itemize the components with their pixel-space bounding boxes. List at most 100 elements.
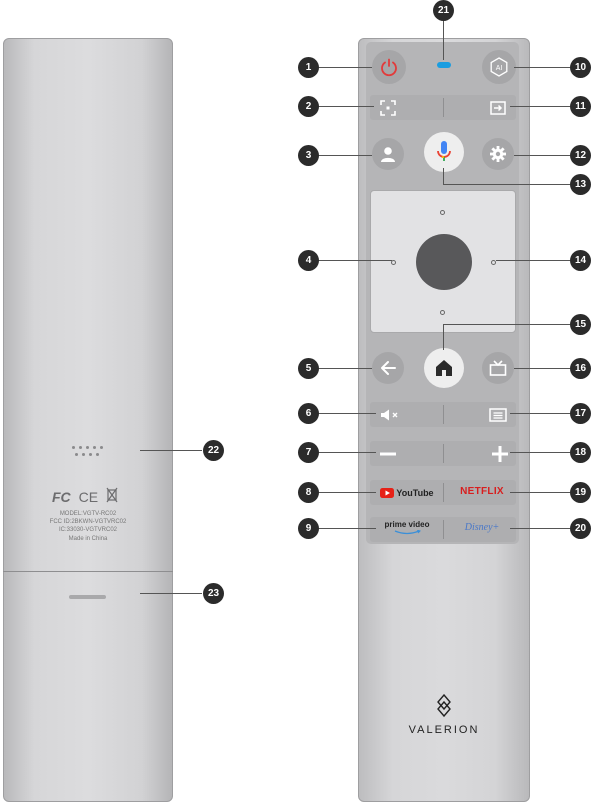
ai-button[interactable]: AI bbox=[482, 50, 516, 84]
user-icon bbox=[379, 145, 397, 163]
home-icon bbox=[434, 358, 454, 378]
callout-line-18 bbox=[510, 452, 570, 453]
callout-line-17 bbox=[510, 413, 570, 414]
callout-11: 11 bbox=[570, 96, 591, 117]
gear-icon bbox=[489, 145, 507, 163]
certification-logos: FC CE bbox=[52, 487, 127, 508]
callout-line-13 bbox=[443, 168, 444, 184]
model-text: MODEL:VGTV-RC02 bbox=[59, 511, 117, 517]
callout-3: 3 bbox=[298, 145, 319, 166]
prime-video-label: prime video bbox=[384, 520, 430, 529]
voice-button[interactable] bbox=[424, 132, 464, 172]
callout-line-10 bbox=[514, 67, 570, 68]
battery-cover-seam bbox=[3, 571, 173, 572]
fcc-logo: FC bbox=[52, 489, 71, 505]
focus-frame-icon bbox=[380, 99, 396, 116]
callout-line-3 bbox=[318, 155, 372, 156]
callout-line-19 bbox=[510, 492, 570, 493]
callout-12: 12 bbox=[570, 145, 591, 166]
prime-video-button[interactable]: prime video bbox=[376, 519, 438, 540]
ai-icon: AI bbox=[489, 57, 509, 77]
dpad-up[interactable] bbox=[440, 210, 445, 215]
callout-line-7 bbox=[318, 452, 376, 453]
callout-line-16 bbox=[514, 368, 570, 369]
callout-line-15b bbox=[443, 324, 570, 325]
callout-line-5 bbox=[318, 368, 372, 369]
power-icon bbox=[379, 57, 399, 77]
made-in-text: Made in China bbox=[68, 536, 108, 542]
input-source-button[interactable] bbox=[486, 97, 510, 118]
callout-23: 23 bbox=[203, 583, 224, 604]
mute-icon bbox=[380, 409, 402, 421]
callout-line-8 bbox=[318, 492, 376, 493]
row-divider bbox=[443, 98, 444, 117]
user-button[interactable] bbox=[372, 138, 404, 170]
callout-8: 8 bbox=[298, 482, 319, 503]
callout-22: 22 bbox=[203, 440, 224, 461]
remote-back-view bbox=[3, 38, 173, 802]
arrow-left-icon bbox=[379, 360, 397, 376]
callout-line-14 bbox=[496, 260, 570, 261]
callout-20: 20 bbox=[570, 518, 591, 539]
callout-line-6 bbox=[318, 413, 376, 414]
ce-logo: CE bbox=[78, 489, 99, 505]
youtube-play-icon bbox=[380, 487, 395, 498]
callout-19: 19 bbox=[570, 482, 591, 503]
callout-2: 2 bbox=[298, 96, 319, 117]
brand-name: VALERION bbox=[408, 724, 480, 736]
callout-17: 17 bbox=[570, 403, 591, 424]
callout-13: 13 bbox=[570, 174, 591, 195]
valerion-logo-icon bbox=[436, 693, 452, 723]
ic-text: IC:33030-VGTVRC02 bbox=[58, 527, 118, 533]
home-button[interactable] bbox=[424, 348, 464, 388]
youtube-button[interactable]: YouTube bbox=[376, 482, 438, 503]
back-button[interactable] bbox=[372, 352, 404, 384]
callout-21: 21 bbox=[433, 0, 454, 21]
callout-9: 9 bbox=[298, 518, 319, 539]
menu-button[interactable] bbox=[484, 404, 512, 425]
callout-line-11 bbox=[510, 106, 570, 107]
focus-button[interactable] bbox=[376, 97, 400, 118]
callout-line-12 bbox=[514, 155, 570, 156]
power-button[interactable] bbox=[372, 50, 406, 84]
row-divider bbox=[443, 444, 444, 463]
callout-16: 16 bbox=[570, 358, 591, 379]
callout-line-1 bbox=[318, 67, 372, 68]
minus-icon bbox=[380, 452, 396, 456]
prime-smile-icon bbox=[376, 530, 438, 536]
weee-bin-icon bbox=[106, 487, 118, 508]
callout-5: 5 bbox=[298, 358, 319, 379]
callout-18: 18 bbox=[570, 442, 591, 463]
callout-10: 10 bbox=[570, 57, 591, 78]
mute-button[interactable] bbox=[376, 404, 406, 425]
volume-down-button[interactable] bbox=[376, 443, 400, 464]
menu-list-icon bbox=[489, 407, 507, 422]
tv-button[interactable] bbox=[482, 352, 514, 384]
netflix-button[interactable]: NETFLIX bbox=[452, 486, 512, 497]
microphone-holes bbox=[72, 446, 106, 458]
callout-line-9 bbox=[318, 528, 376, 529]
microphone-icon bbox=[434, 139, 454, 165]
battery-cover-slot bbox=[69, 595, 106, 599]
svg-text:AI: AI bbox=[496, 65, 503, 72]
fcc-id-text: FCC ID:2BKWN-VGTVRC02 bbox=[49, 519, 127, 525]
callout-line-22 bbox=[140, 450, 202, 451]
dpad-down[interactable] bbox=[440, 310, 445, 315]
callout-1: 1 bbox=[298, 57, 319, 78]
callout-line-23 bbox=[140, 593, 202, 594]
callout-line-20 bbox=[510, 528, 570, 529]
callout-7: 7 bbox=[298, 442, 319, 463]
callout-6: 6 bbox=[298, 403, 319, 424]
volume-up-button[interactable] bbox=[488, 443, 512, 464]
callout-line-13b bbox=[443, 184, 570, 185]
callout-4: 4 bbox=[298, 250, 319, 271]
disney-plus-button[interactable]: Disney+ bbox=[452, 522, 512, 533]
row-divider bbox=[443, 520, 444, 539]
tv-icon bbox=[489, 360, 507, 376]
settings-button[interactable] bbox=[482, 138, 514, 170]
row-divider bbox=[443, 405, 444, 424]
callout-line-21 bbox=[443, 18, 444, 60]
ok-button[interactable] bbox=[416, 234, 472, 290]
callout-line-15 bbox=[443, 324, 444, 350]
callout-line-2 bbox=[318, 106, 374, 107]
